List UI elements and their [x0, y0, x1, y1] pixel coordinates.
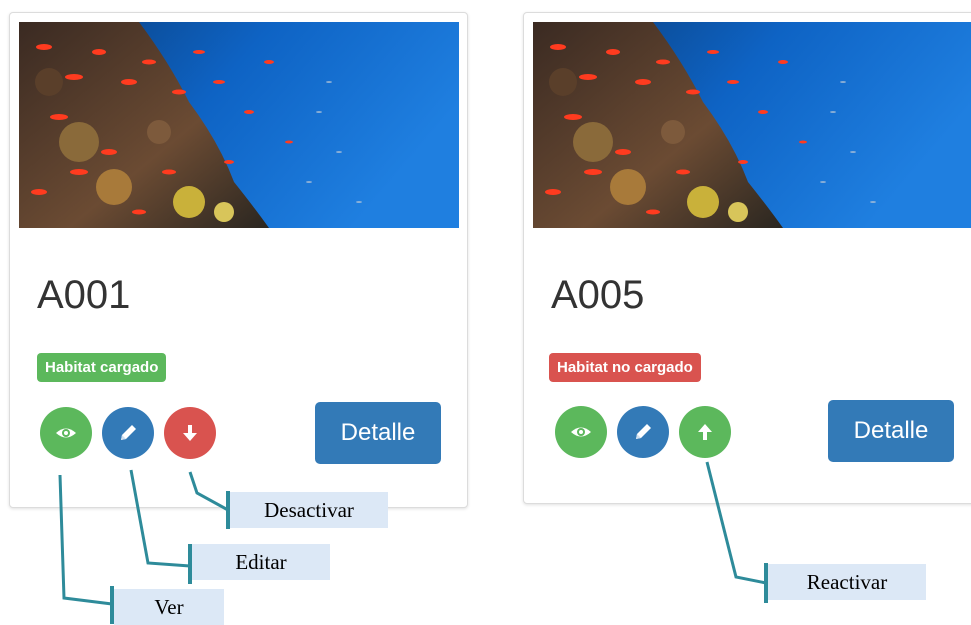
reef-photo: [533, 22, 971, 228]
detail-button[interactable]: Detalle: [315, 402, 441, 464]
reactivate-button[interactable]: [679, 406, 731, 458]
deactivate-button[interactable]: [164, 407, 216, 459]
eye-icon: [56, 428, 76, 438]
asset-card: A005 Habitat no cargado Detalle: [523, 12, 971, 504]
edit-button[interactable]: [102, 407, 154, 459]
detail-button[interactable]: Detalle: [828, 400, 954, 462]
callout-reactivar: Reactivar: [768, 564, 926, 600]
edit-button[interactable]: [617, 406, 669, 458]
card-title: A005: [551, 273, 645, 317]
card-title: A001: [37, 273, 131, 317]
callout-editar: Editar: [192, 544, 330, 580]
view-button[interactable]: [555, 406, 607, 458]
asset-card: A001 Habitat cargado Detalle: [9, 12, 468, 508]
arrow-up-icon: [698, 424, 712, 440]
pencil-icon: [121, 425, 136, 440]
status-badge: Habitat cargado: [37, 353, 167, 382]
pencil-icon: [636, 424, 651, 439]
eye-icon: [571, 427, 591, 437]
arrow-down-icon: [183, 425, 197, 441]
callout-ver: Ver: [114, 589, 224, 625]
status-badge: Habitat no cargado: [549, 353, 701, 382]
reef-photo: [19, 22, 459, 228]
view-button[interactable]: [40, 407, 92, 459]
callout-desactivar: Desactivar: [230, 492, 388, 528]
